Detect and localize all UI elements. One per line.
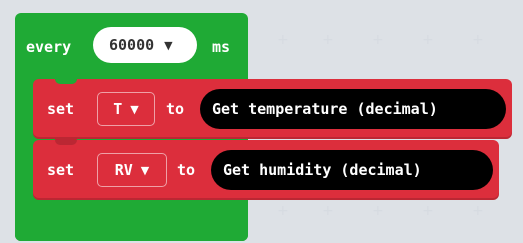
unit-label: ms: [212, 38, 231, 56]
set-variable-block[interactable]: set T ▼ to Get temperature (decimal): [33, 78, 512, 139]
to-label: to: [177, 161, 196, 179]
variable-dropdown[interactable]: RV ▼: [97, 153, 167, 187]
grid-plus-icon: +: [472, 32, 484, 48]
set-label: set: [47, 100, 75, 118]
grid-plus-icon: +: [422, 203, 434, 219]
chevron-down-icon: ▼: [140, 163, 150, 177]
grid-plus-icon: +: [422, 32, 434, 48]
set-label: set: [47, 161, 75, 179]
every-loop-block-foot[interactable]: [15, 201, 248, 241]
grid-plus-icon: +: [277, 32, 289, 48]
get-humidity-block[interactable]: Get humidity (decimal): [211, 150, 493, 190]
chevron-down-icon: ▼: [130, 102, 139, 116]
interval-value: 60000: [109, 36, 155, 54]
reporter-label: Get temperature (decimal): [212, 100, 438, 118]
grid-plus-icon: +: [372, 32, 384, 48]
chevron-down-icon: ▼: [164, 38, 173, 52]
to-label: to: [166, 100, 185, 118]
variable-name: T: [113, 100, 123, 118]
grid-plus-icon: +: [472, 203, 484, 219]
get-temperature-block[interactable]: Get temperature (decimal): [200, 89, 506, 129]
every-label: every: [26, 38, 72, 56]
variable-name: RV: [114, 161, 133, 179]
variable-dropdown[interactable]: T ▼: [97, 92, 155, 126]
reporter-label: Get humidity (decimal): [223, 161, 422, 179]
grid-plus-icon: +: [322, 32, 334, 48]
grid-plus-icon: +: [277, 203, 289, 219]
set-variable-block[interactable]: set RV ▼ to Get humidity (decimal): [33, 139, 499, 200]
grid-plus-icon: +: [322, 203, 334, 219]
block-notch: [55, 78, 77, 84]
grid-plus-icon: +: [372, 203, 384, 219]
block-notch: [55, 139, 77, 145]
interval-dropdown[interactable]: 60000 ▼: [93, 27, 197, 63]
blocks-workspace[interactable]: + + + + + + + + + + every 60000 ▼ ms set…: [0, 0, 523, 243]
